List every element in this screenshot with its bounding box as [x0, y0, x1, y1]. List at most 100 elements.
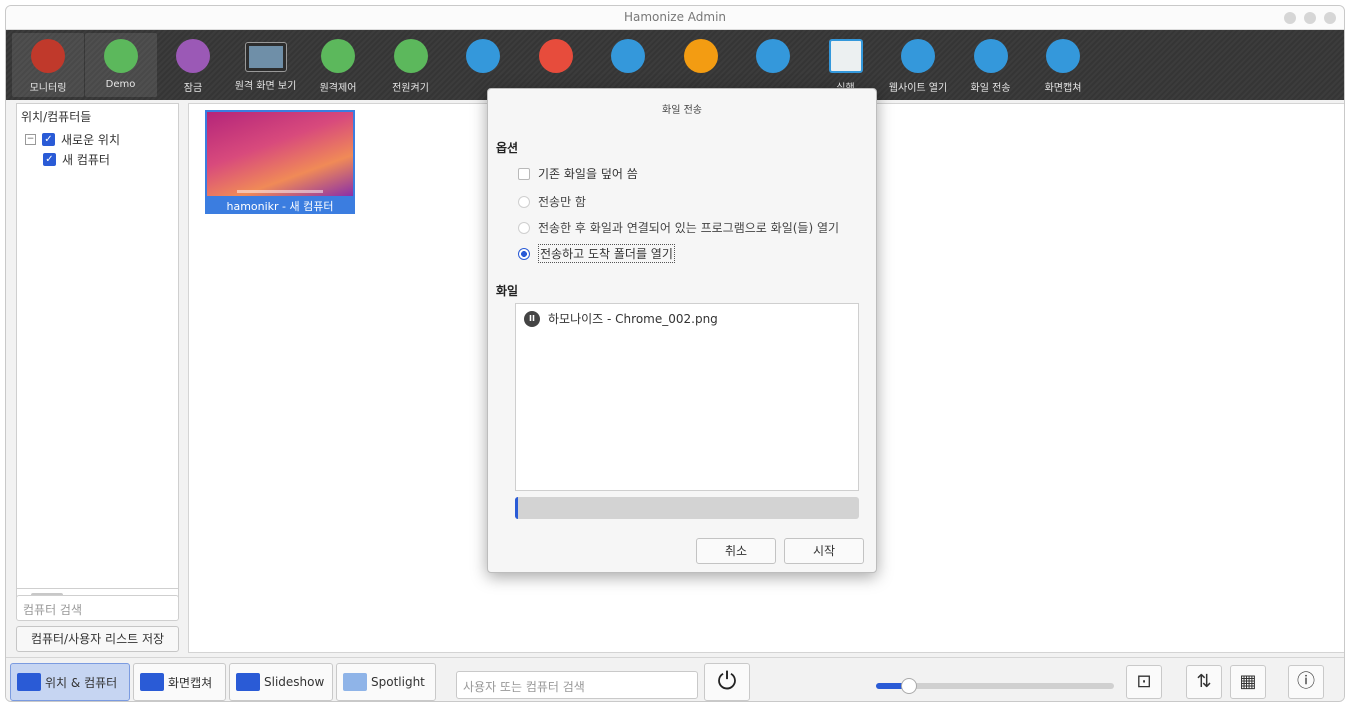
- option-label: 전송한 후 화일과 연결되어 있는 프로그램으로 화일(들) 열기: [538, 221, 840, 235]
- toolbar-button-file-transfer[interactable]: 화일 전송: [955, 33, 1027, 97]
- wifi-icon: [321, 39, 355, 73]
- slideshow-icon: [236, 673, 260, 691]
- camera-icon: [140, 673, 164, 691]
- radio-selected-icon[interactable]: [518, 247, 530, 260]
- grid-icon[interactable]: ▦: [1230, 665, 1266, 699]
- toolbar-button-screenshot[interactable]: 화면캡쳐: [1027, 33, 1099, 97]
- zoom-slider[interactable]: [876, 678, 1114, 694]
- user-computer-search-input[interactable]: 사용자 또는 컴퓨터 검색: [456, 671, 698, 699]
- power-icon[interactable]: ⏻: [704, 663, 750, 701]
- title-bar: Hamonize Admin: [6, 6, 1344, 30]
- toolbar-label: Demo: [105, 79, 136, 90]
- left-panel: 위치/컴퓨터들 − ✓ 새로운 위치 ✓ 새 컴퓨터 컴퓨터 검색 컴퓨터/사용…: [16, 103, 179, 653]
- checkbox-icon[interactable]: [518, 167, 530, 180]
- start-button[interactable]: 시작: [784, 538, 864, 564]
- fit-screen-icon[interactable]: ⊡: [1126, 665, 1162, 699]
- zoom-handle[interactable]: [901, 678, 918, 694]
- file-list: II 하모나이즈 - Chrome_002.png: [515, 303, 859, 491]
- progress-fill: [515, 497, 519, 519]
- radio-open-folder[interactable]: 전송하고 도착 폴더를 열기: [518, 244, 675, 263]
- remote-view-icon: [245, 43, 286, 71]
- maximize-button[interactable]: [1304, 12, 1316, 24]
- monitoring-icon: [31, 39, 65, 73]
- pause-icon: II: [524, 310, 540, 327]
- tab-locations[interactable]: 위치 & 컴퓨터: [10, 663, 130, 701]
- toolbar-label: 모니터링: [29, 83, 67, 94]
- spotlight-icon: [343, 673, 367, 691]
- checkbox-checked-icon[interactable]: ✓: [43, 152, 56, 166]
- run-program-icon: [828, 39, 863, 73]
- radio-transfer-only[interactable]: 전송만 함: [518, 193, 586, 210]
- location-label: 새로운 위치: [61, 132, 121, 147]
- message-icon: [756, 39, 790, 73]
- tab-screenshots[interactable]: 화면캡쳐: [133, 663, 226, 701]
- radio-icon[interactable]: [518, 221, 530, 234]
- option-label: 기존 화일을 덮어 씀: [538, 167, 638, 181]
- logout-icon: [611, 39, 645, 73]
- dialog-title: 화일 전송: [662, 105, 702, 116]
- option-label: 전송하고 도착 폴더를 열기: [538, 244, 675, 263]
- overwrite-checkbox[interactable]: 기존 화일을 덮어 씀: [518, 165, 638, 182]
- toolbar-label: 화일 전송: [970, 83, 1011, 94]
- toolbar-button-remote-view[interactable]: 원격 화면 보기: [230, 33, 302, 97]
- tab-slideshow[interactable]: Slideshow: [229, 663, 333, 701]
- monitor-icon: [17, 673, 41, 691]
- tree-item-computer[interactable]: ✓ 새 컴퓨터: [17, 149, 178, 169]
- presentation-icon: [103, 39, 138, 73]
- reboot-icon: [466, 39, 500, 73]
- computer-thumbnail[interactable]: hamonikr - 새 컴퓨터: [205, 110, 355, 214]
- tab-label: Slideshow: [264, 675, 325, 689]
- toolbar-button-lock[interactable]: 잠금: [157, 33, 229, 97]
- toolbar-label: 전원켜기: [392, 83, 429, 94]
- computer-label: 새 컴퓨터: [62, 152, 110, 167]
- toolbar-button-monitoring[interactable]: 모니터링: [12, 33, 84, 97]
- toolbar-button-presentation[interactable]: Demo: [84, 33, 157, 97]
- app-window: Hamonize Admin 모니터링 Demo 잠금 원격 화면 보기 원격제어 전원켜…: [5, 5, 1345, 702]
- toolbar-button-wifi[interactable]: 원격제어: [302, 33, 374, 97]
- file-transfer-icon: [973, 39, 1008, 73]
- window-title: Hamonize Admin: [623, 10, 727, 24]
- toolbar-label: 잠금: [183, 83, 203, 94]
- power-on-icon: [393, 39, 428, 73]
- power-off-icon: [538, 39, 573, 73]
- tab-label: Spotlight: [371, 675, 425, 689]
- info-icon[interactable]: ⓘ: [1288, 665, 1324, 699]
- toolbar-button-power-on[interactable]: 전원켜기: [375, 33, 447, 97]
- window-controls: [1284, 12, 1336, 24]
- screen-preview: [207, 112, 353, 196]
- tree-item-location[interactable]: − ✓ 새로운 위치: [17, 129, 178, 149]
- computer-search-input[interactable]: 컴퓨터 검색: [16, 595, 179, 621]
- checkbox-checked-icon[interactable]: ✓: [42, 132, 55, 146]
- tab-label: 화면캡쳐: [168, 675, 213, 690]
- toolbar-button-globe[interactable]: 웹사이트 열기: [882, 33, 954, 97]
- close-button[interactable]: [1324, 12, 1336, 24]
- globe-icon: [901, 39, 935, 73]
- options-header: 옵션: [496, 141, 519, 155]
- thumbnail-caption: hamonikr - 새 컴퓨터: [226, 200, 334, 213]
- toolbar-label: 화면캡쳐: [1044, 83, 1082, 94]
- transfer-progress-bar: [515, 497, 859, 519]
- login-icon: [683, 39, 718, 73]
- toolbar-label: 원격 화면 보기: [234, 81, 297, 92]
- lock-icon: [176, 39, 210, 73]
- location-tree: 위치/컴퓨터들 − ✓ 새로운 위치 ✓ 새 컴퓨터: [16, 103, 179, 589]
- option-label: 전송만 함: [538, 195, 586, 209]
- files-header: 화일: [496, 284, 519, 298]
- radio-icon[interactable]: [518, 195, 530, 208]
- list-item[interactable]: II 하모나이즈 - Chrome_002.png: [516, 304, 858, 333]
- file-transfer-dialog: 화일 전송 옵션 기존 화일을 덮어 씀 전송만 함 전송한 후 화일과 연결되…: [487, 88, 877, 573]
- tree-header: 위치/컴퓨터들: [21, 110, 92, 124]
- toolbar-label: 웹사이트 열기: [888, 83, 948, 94]
- minimize-button[interactable]: [1284, 12, 1296, 24]
- tab-label: 위치 & 컴퓨터: [45, 675, 118, 690]
- cancel-button[interactable]: 취소: [696, 538, 776, 564]
- screenshot-icon: [1046, 39, 1080, 73]
- tab-spotlight[interactable]: Spotlight: [336, 663, 436, 701]
- save-list-button[interactable]: 컴퓨터/사용자 리스트 저장: [16, 626, 179, 652]
- arrange-icon[interactable]: ⇅: [1186, 665, 1222, 699]
- collapse-icon[interactable]: −: [25, 133, 36, 145]
- file-name: 하모나이즈 - Chrome_002.png: [548, 312, 718, 326]
- status-bar: 위치 & 컴퓨터 화면캡쳐 Slideshow Spotlight 사용자 또는…: [6, 657, 1344, 701]
- radio-open-with-program[interactable]: 전송한 후 화일과 연결되어 있는 프로그램으로 화일(들) 열기: [518, 219, 839, 236]
- toolbar-label: 원격제어: [319, 83, 357, 94]
